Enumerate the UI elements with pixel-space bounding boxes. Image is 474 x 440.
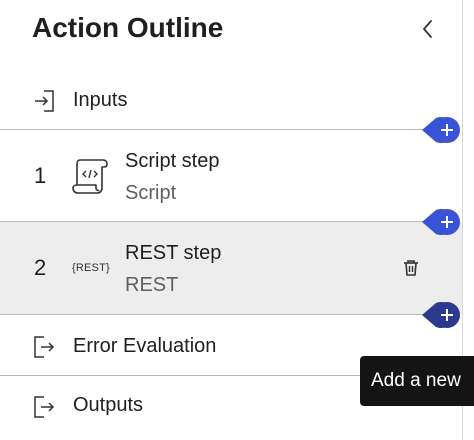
error-evaluation-label: Error Evaluation — [73, 335, 217, 357]
step-row-1[interactable]: 1 Script step Script — [0, 130, 462, 222]
plus-icon — [422, 302, 460, 328]
rest-icon: {REST} — [72, 262, 110, 274]
step-type: REST — [125, 274, 179, 296]
sign-out-icon — [34, 336, 55, 358]
outputs-label: Outputs — [73, 394, 144, 416]
sign-in-icon — [35, 90, 54, 112]
plus-icon — [422, 209, 460, 235]
step-name: REST step — [125, 242, 222, 264]
sign-out-icon — [34, 396, 55, 418]
script-scroll-icon — [72, 159, 108, 194]
trash-icon — [404, 260, 418, 276]
step-number: 1 — [34, 163, 47, 188]
step-type: Script — [125, 182, 177, 204]
inputs-label: Inputs — [73, 89, 128, 111]
delete-step-button[interactable] — [402, 258, 420, 278]
add-step-button[interactable] — [422, 207, 466, 237]
step-name: Script step — [125, 150, 220, 172]
plus-icon — [422, 117, 460, 143]
panel-header: Action Outline — [0, 0, 462, 60]
panel-title: Action Outline — [32, 12, 224, 43]
outline-item-inputs[interactable]: Inputs — [0, 74, 462, 130]
add-step-tooltip: Add a new — [360, 356, 474, 406]
add-step-button[interactable] — [422, 115, 466, 145]
add-step-button[interactable] — [422, 300, 466, 330]
step-number: 2 — [34, 255, 47, 280]
collapse-button[interactable] — [416, 16, 440, 42]
chevron-left-icon — [423, 20, 432, 38]
divider — [0, 314, 432, 315]
step-row-2[interactable]: 2 {REST} REST step REST — [0, 222, 462, 314]
